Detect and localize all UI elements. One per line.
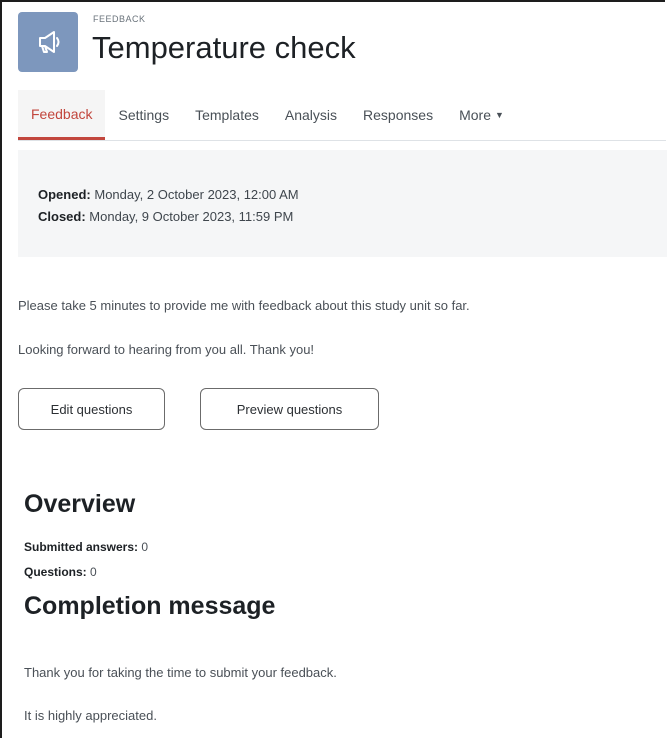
opened-value: Monday, 2 October 2023, 12:00 AM	[94, 187, 299, 202]
tab-label: Settings	[118, 107, 170, 123]
preview-questions-button[interactable]: Preview questions	[200, 388, 379, 430]
secondary-navigation: Feedback Settings Templates Analysis Res…	[18, 90, 666, 141]
tab-label: Analysis	[284, 107, 338, 123]
submitted-value: 0	[141, 540, 149, 554]
questions-value: 0	[90, 565, 97, 579]
questions-count: Questions: 0	[24, 565, 97, 579]
submitted-label: Submitted answers:	[24, 540, 139, 554]
tab-more[interactable]: More ▼	[446, 90, 517, 140]
tab-templates[interactable]: Templates	[182, 90, 272, 140]
tab-label: Responses	[363, 107, 434, 123]
completion-heading: Completion message	[24, 592, 276, 620]
megaphone-icon	[18, 12, 78, 72]
questions-label: Questions:	[24, 565, 87, 579]
tab-analysis[interactable]: Analysis	[272, 90, 350, 140]
submitted-answers: Submitted answers: 0	[24, 540, 148, 554]
intro-text: Please take 5 minutes to provide me with…	[18, 298, 470, 313]
tab-feedback[interactable]: Feedback	[18, 90, 106, 140]
tab-responses[interactable]: Responses	[350, 90, 446, 140]
page-title: Temperature check	[92, 30, 356, 65]
intro-text-2: Looking forward to hearing from you all.…	[18, 342, 315, 357]
completion-text-2: It is highly appreciated.	[24, 708, 157, 723]
tab-label: Templates	[195, 107, 259, 123]
closed-date: Closed: Monday, 9 October 2023, 11:59 PM	[38, 206, 667, 228]
tab-label: More	[459, 107, 491, 123]
overview-heading: Overview	[24, 490, 136, 518]
page-header: FEEDBACK Temperature check	[18, 12, 658, 76]
activity-dates: Opened: Monday, 2 October 2023, 12:00 AM…	[18, 150, 667, 257]
activity-type-label: FEEDBACK	[93, 14, 146, 24]
tab-settings[interactable]: Settings	[105, 90, 182, 140]
opened-label: Opened:	[38, 187, 91, 202]
closed-value: Monday, 9 October 2023, 11:59 PM	[89, 209, 294, 224]
edit-questions-button[interactable]: Edit questions	[18, 388, 165, 430]
closed-label: Closed:	[38, 209, 86, 224]
opened-date: Opened: Monday, 2 October 2023, 12:00 AM	[38, 184, 667, 206]
completion-text: Thank you for taking the time to submit …	[24, 665, 337, 680]
chevron-down-icon: ▼	[494, 110, 504, 120]
tab-label: Feedback	[31, 105, 93, 122]
